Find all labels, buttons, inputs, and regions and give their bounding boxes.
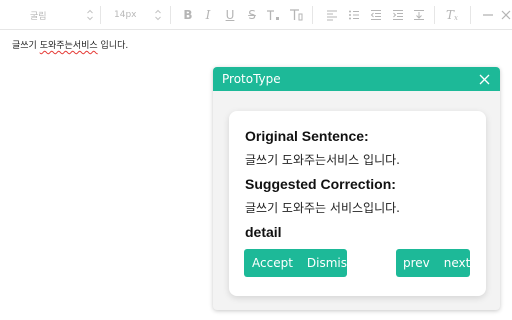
- editor-text: 입니다.: [97, 41, 129, 51]
- bold-icon[interactable]: B: [180, 6, 196, 24]
- suggested-correction-label: Suggested Correction:: [245, 176, 396, 192]
- italic-icon[interactable]: I: [200, 6, 216, 24]
- prev-button[interactable]: prev: [396, 249, 437, 277]
- bullet-list-icon[interactable]: [346, 6, 362, 24]
- superscript-icon[interactable]: [265, 6, 281, 24]
- editor-text: 글쓰기: [12, 41, 40, 51]
- popup-header: ProtoType: [213, 67, 500, 91]
- accept-dismiss-group: Accept Dismiss: [244, 249, 353, 277]
- toolbar-divider: [470, 6, 471, 24]
- font-family-value: 굴림: [30, 11, 47, 22]
- toolbar-divider: [434, 6, 435, 24]
- accept-button[interactable]: Accept: [245, 249, 300, 277]
- editor-content[interactable]: 글쓰기 도와주는서비스 입니다.: [12, 38, 128, 51]
- editor-toolbar: 굴림 14px B I U S Tx: [0, 0, 512, 30]
- correction-card: Original Sentence: 글쓰기 도와주는서비스 입니다. Sugg…: [229, 111, 486, 296]
- flagged-text[interactable]: 도와주는서비스: [40, 41, 98, 51]
- horizontal-rule-icon[interactable]: [480, 6, 496, 24]
- close-icon[interactable]: [500, 6, 512, 24]
- prev-next-group: prev next: [396, 249, 470, 277]
- toolbar-divider: [312, 6, 313, 24]
- clear-format-icon[interactable]: Tx: [444, 6, 460, 24]
- suggested-correction-text: 글쓰기 도와주는 서비스입니다.: [245, 201, 400, 215]
- outdent-icon[interactable]: [368, 6, 384, 24]
- toolbar-divider: [170, 6, 171, 24]
- next-button[interactable]: next: [437, 249, 478, 277]
- vertical-align-icon[interactable]: [411, 6, 427, 24]
- updown-chevron-icon: [154, 8, 162, 22]
- detail-label[interactable]: detail: [245, 224, 282, 240]
- close-icon[interactable]: [477, 72, 491, 86]
- align-left-icon[interactable]: [324, 6, 340, 24]
- underline-icon[interactable]: U: [222, 6, 238, 24]
- original-sentence-label: Original Sentence:: [245, 128, 369, 144]
- original-sentence-text: 글쓰기 도와주는서비스 입니다.: [245, 153, 400, 167]
- font-size-select[interactable]: 14px: [84, 4, 166, 26]
- font-size-value: 14px: [114, 10, 137, 20]
- text-color-icon[interactable]: [288, 6, 304, 24]
- indent-icon[interactable]: [390, 6, 406, 24]
- correction-popup: ProtoType Original Sentence: 글쓰기 도와주는서비스…: [213, 67, 500, 310]
- dismiss-button[interactable]: Dismiss: [300, 249, 360, 277]
- popup-title: ProtoType: [222, 72, 281, 86]
- strikethrough-icon[interactable]: S: [244, 6, 260, 24]
